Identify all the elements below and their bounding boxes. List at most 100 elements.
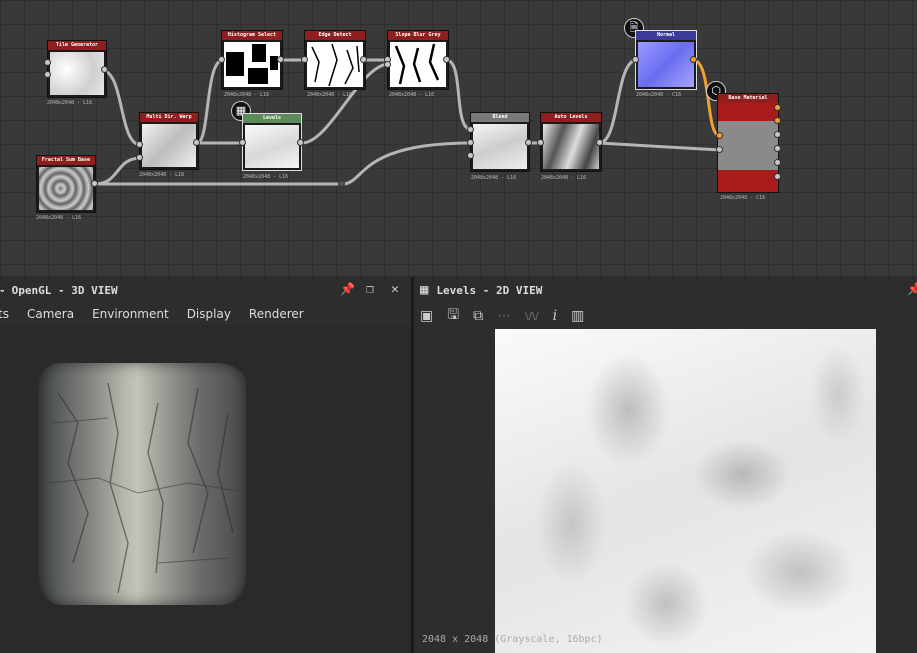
output-pin[interactable] — [774, 145, 781, 152]
node-title: Slope Blur Grey — [388, 31, 448, 40]
node-resolution: 2048x2048 - L16 — [541, 175, 587, 181]
input-pin[interactable] — [301, 56, 308, 63]
input-pin[interactable] — [716, 146, 723, 153]
input-pin[interactable] — [136, 154, 143, 161]
graph-icon[interactable]: ⋯ — [497, 308, 511, 324]
input-pin[interactable] — [632, 56, 639, 63]
viewport-2d[interactable]: 2048 x 2048 (Grayscale, 16bpc) — [414, 329, 917, 653]
input-pin[interactable] — [467, 139, 474, 146]
input-pin[interactable] — [239, 139, 246, 146]
node-multi-dir-warp[interactable]: Multi Dir. Warp — [139, 112, 199, 170]
image-info-status: 2048 x 2048 (Grayscale, 16bpc) — [422, 634, 603, 645]
menu-item-camera[interactable]: Camera — [27, 307, 74, 321]
info-icon[interactable]: i — [553, 308, 557, 324]
output-pin[interactable] — [596, 139, 603, 146]
output-pin[interactable] — [193, 139, 200, 146]
node-title: Levels — [243, 114, 301, 123]
node-title: Normal — [636, 31, 696, 40]
node-resolution: 2048x2048 - C16 — [720, 195, 766, 201]
thumbnail-pattern — [394, 43, 440, 85]
node-normal[interactable]: Normal — [635, 30, 697, 90]
panel-titlebar: - OpenGL - 3D VIEW 📌 ❐ ✕ — [0, 277, 411, 303]
node-thumbnail — [390, 42, 446, 87]
save-icon[interactable]: 🖫 — [447, 304, 459, 328]
output-pin[interactable] — [774, 159, 781, 166]
export-icon[interactable]: ▣ — [420, 308, 433, 324]
node-tile-generator[interactable]: Tile Generator — [47, 40, 107, 98]
output-pin[interactable] — [101, 66, 108, 73]
texture-preview[interactable] — [495, 329, 876, 653]
menu-item-environment[interactable]: Environment — [92, 307, 169, 321]
wires-layer — [94, 58, 721, 186]
title-prefix: - — [0, 284, 6, 297]
menu-item-display[interactable]: Display — [187, 307, 231, 321]
output-pin[interactable] — [525, 139, 532, 146]
node-body-bottom — [718, 170, 778, 192]
node-slope-blur-grey[interactable]: Slope Blur Grey — [387, 30, 449, 90]
input-pin[interactable] — [537, 139, 544, 146]
output-pin[interactable] — [277, 56, 284, 63]
output-pin[interactable] — [774, 104, 781, 111]
node-blend[interactable]: Blend — [470, 112, 530, 172]
input-pin[interactable] — [467, 152, 474, 159]
node-title: Multi Dir. Warp — [140, 113, 198, 122]
input-pin[interactable] — [467, 126, 474, 133]
node-resolution: 2048x2048 - L16 — [139, 172, 185, 178]
output-pin[interactable] — [91, 180, 98, 187]
cylinder-preview[interactable] — [38, 363, 246, 605]
rock-crack-detail — [47, 382, 239, 594]
node-thumbnail — [473, 124, 527, 169]
menu-bar: ts Camera Environment Display Renderer — [0, 303, 411, 325]
output-pin[interactable] — [774, 117, 781, 124]
menu-item-ts[interactable]: ts — [0, 307, 9, 321]
thumbnail-pattern — [311, 43, 360, 87]
pin-icon[interactable]: 📌 — [340, 282, 355, 296]
node-resolution: 2048x2048 - L16 — [471, 175, 517, 181]
panel-3d-view: - OpenGL - 3D VIEW 📌 ❐ ✕ ts Camera Envir… — [0, 277, 411, 653]
output-pin[interactable] — [774, 131, 781, 138]
output-pin[interactable] — [690, 56, 697, 63]
input-pin[interactable] — [136, 141, 143, 148]
node-resolution: 2048x2048 - C16 — [636, 92, 682, 98]
node-auto-levels[interactable]: Auto Levels — [540, 112, 602, 172]
maximize-icon[interactable]: ❐ — [366, 282, 374, 297]
output-pin[interactable] — [297, 139, 304, 146]
input-pin[interactable] — [44, 71, 51, 78]
input-pin[interactable] — [384, 61, 391, 68]
panel-2d-view: ▦ Levels - 2D VIEW 📌 ▣ 🖫 ⧉ ⋯ \/\/ i ▥ 20… — [414, 277, 917, 653]
pin-icon[interactable]: 📌 — [907, 282, 917, 296]
node-graph-canvas[interactable]: Tile Generator 2048x2048 - L16 Fractal S… — [0, 0, 917, 276]
node-base-material[interactable]: Base Material — [717, 93, 779, 193]
node-thumbnail — [543, 124, 599, 169]
node-thumbnail — [50, 52, 104, 95]
node-fractal-sum-base[interactable]: Fractal Sum Base — [36, 155, 96, 213]
node-thumbnail — [245, 125, 299, 168]
panel-title: OpenGL - 3D VIEW — [11, 283, 118, 297]
node-resolution: 2048x2048 - L16 — [389, 92, 435, 98]
input-pin[interactable] — [218, 56, 225, 63]
node-title: Base Material — [718, 94, 778, 103]
thumbnail-pattern — [226, 44, 278, 84]
node-thumbnail — [307, 42, 363, 87]
input-pin[interactable] — [716, 132, 723, 139]
node-thumbnail — [39, 167, 93, 210]
node-edge-detect[interactable]: Edge Detect — [304, 30, 366, 90]
view-mode-icon[interactable]: \/\/ — [525, 311, 538, 322]
histogram-icon[interactable]: ▥ — [571, 308, 584, 324]
viewport-3d[interactable] — [0, 325, 411, 653]
output-pin[interactable] — [443, 56, 450, 63]
copy-icon[interactable]: ⧉ — [473, 308, 483, 324]
menu-item-renderer[interactable]: Renderer — [249, 307, 304, 321]
output-pin[interactable] — [360, 56, 367, 63]
reroute-dot[interactable] — [338, 180, 345, 187]
close-icon[interactable]: ✕ — [391, 282, 399, 297]
node-thumbnail — [142, 124, 196, 167]
output-pin[interactable] — [774, 173, 781, 180]
node-title: Auto Levels — [541, 113, 601, 122]
input-pin[interactable] — [44, 59, 51, 66]
node-thumbnail — [638, 42, 694, 87]
node-resolution: 2048x2048 - L16 — [243, 174, 289, 180]
node-thumbnail — [224, 42, 280, 87]
node-histogram-select[interactable]: Histogram Select — [221, 30, 283, 90]
node-levels[interactable]: Levels — [242, 113, 302, 171]
